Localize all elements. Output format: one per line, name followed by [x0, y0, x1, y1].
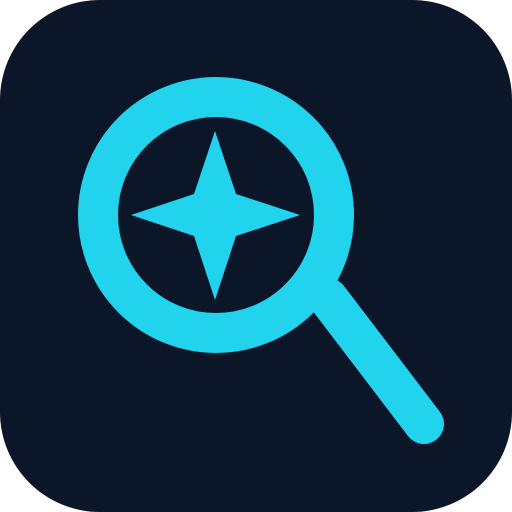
search-sparkle-icon: [0, 0, 512, 512]
app-icon[interactable]: [0, 0, 512, 512]
